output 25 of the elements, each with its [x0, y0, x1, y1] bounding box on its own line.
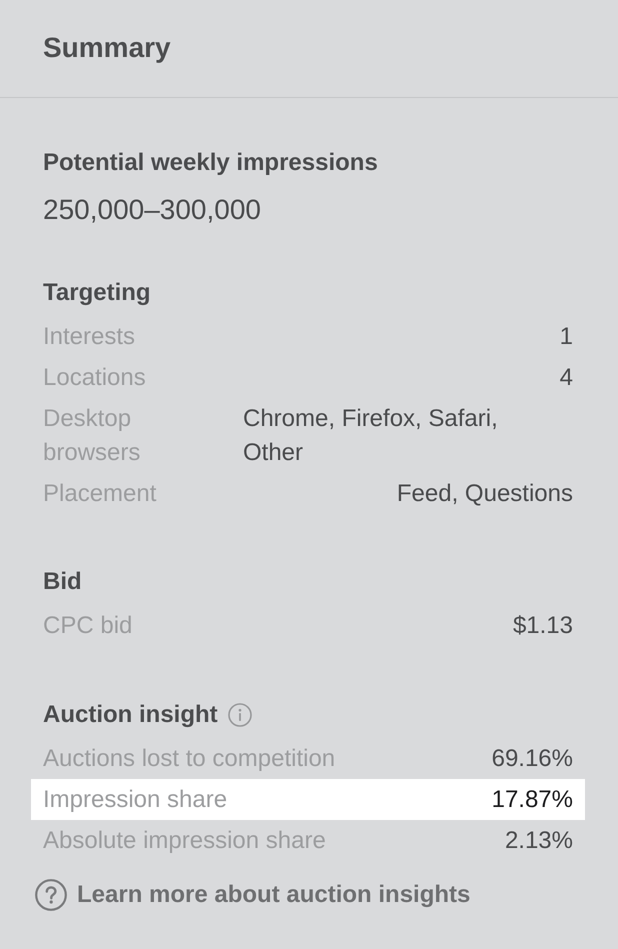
row-value: 4 — [560, 363, 573, 393]
section-heading: Auction insight — [43, 700, 218, 730]
row-label: Interests — [43, 322, 136, 352]
row-label: Placement — [43, 479, 158, 509]
row-value: 1 — [560, 322, 573, 352]
row-label: Desktop browsers — [43, 404, 142, 468]
row-value: Chrome, Firefox, Safari, Other — [243, 404, 499, 468]
row-label: Impression share — [43, 785, 228, 815]
impressions-value: 250,000–300,000 — [43, 193, 262, 227]
row-value: Feed, Questions — [396, 479, 573, 509]
section-heading: Targeting — [43, 278, 152, 308]
row-value: 17.87% — [492, 785, 573, 815]
row-label: Auctions lost to competition — [43, 744, 336, 774]
section-heading: Bid — [43, 567, 83, 597]
help-icon[interactable] — [35, 879, 67, 911]
help-link[interactable]: Learn more about auction insights — [77, 879, 470, 911]
row-value: $1.13 — [512, 611, 573, 641]
info-icon[interactable] — [228, 703, 252, 727]
row-label: Locations — [43, 363, 147, 393]
row-label: CPC bid — [43, 611, 134, 641]
row-value: 2.13% — [504, 826, 573, 856]
row-value: 69.16% — [492, 744, 573, 774]
section-heading: Potential weekly impressions — [43, 148, 379, 178]
panel-title: Summary — [43, 31, 172, 65]
row-label: Absolute impression share — [43, 826, 326, 856]
